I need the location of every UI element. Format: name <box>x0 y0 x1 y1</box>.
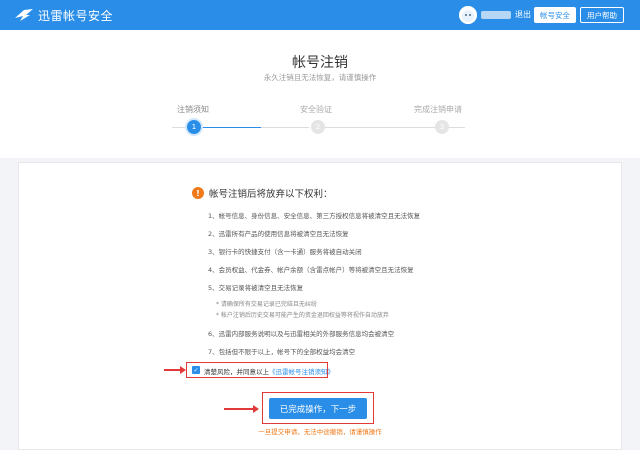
step-2-label: 安全验证 <box>300 105 332 114</box>
step-line-1-2 <box>261 127 309 128</box>
step-line-progress <box>201 127 261 128</box>
notice-item: 6、迅雷内部服务说明以及与迅雷相关的外部服务信息均会被清空 <box>208 330 395 338</box>
notice-item: 3、银行卡的快捷支付（含一卡通）服务将被自动关闭 <box>208 248 362 256</box>
page-subtitle: 永久注销且无法恢复，请谨慎操作 <box>263 73 377 82</box>
step-3-label: 完成注销申请 <box>414 105 462 114</box>
notice-title: 帐号注销后将放弃以下权利： <box>209 189 333 200</box>
step-line-lead <box>172 127 186 128</box>
logo-text: 迅雷帐号安全 <box>38 8 114 23</box>
avatar-face-icon <box>459 6 477 24</box>
notice-item: 7、包括但不限于以上，帐号下的全部权益均会清空 <box>208 348 356 356</box>
notice-item: 1、帐号信息、身份信息、安全信息、第三方授权信息将被清空且无法恢复 <box>208 212 421 220</box>
exclamation-icon: ! <box>192 187 204 199</box>
notice-item: 2、迅雷所有产品的使用信息将被清空且无法恢复 <box>208 230 349 238</box>
step-1-label: 注销须知 <box>177 105 209 114</box>
annotation-arrow <box>224 405 259 413</box>
step-line-2-3 <box>325 127 435 128</box>
notice-note: * 帐户注销后历史交易可能产生的资金退回权益等将视作自动放弃 <box>216 312 389 319</box>
logout-link[interactable]: 退出 <box>515 9 531 20</box>
agree-checkbox[interactable]: ✓ <box>192 366 200 374</box>
steps-panel <box>0 30 640 158</box>
top-bar: 迅雷帐号安全 退出 帐号安全 用户帮助 <box>0 0 640 30</box>
next-step-button[interactable]: 已完成操作，下一步 <box>269 398 367 419</box>
avatar[interactable] <box>459 6 477 24</box>
terms-link[interactable]: 《迅雷帐号注销须知》 <box>269 368 334 376</box>
account-security-button[interactable]: 帐号安全 <box>534 7 576 23</box>
notice-note: * 请确保所有交易记录已完结且无纠纷 <box>216 301 317 308</box>
footer-warning: 一旦提交申请，无法中途撤销，请谨慎操作 <box>258 428 382 436</box>
notice-heading: ! 帐号注销后将放弃以下权利： <box>192 186 333 200</box>
step-1-circle: 1 <box>187 120 201 134</box>
page-title: 帐号注销 <box>292 55 348 71</box>
step-2-circle: 2 <box>311 120 325 134</box>
notice-item: 5、交易记录将被清空且无法恢复 <box>208 284 304 292</box>
annotation-arrow <box>164 366 186 374</box>
step-line-tail <box>449 127 465 128</box>
notice-item: 4、会员权益、代金券、帐户余额（含雷点帐户）等将被清空且无法恢复 <box>208 266 414 274</box>
user-help-button[interactable]: 用户帮助 <box>580 7 624 23</box>
step-3-circle: 3 <box>435 120 449 134</box>
thunder-bird-icon <box>15 9 33 21</box>
logo[interactable]: 迅雷帐号安全 <box>14 6 113 24</box>
username-masked <box>481 11 511 19</box>
agree-label[interactable]: 清楚风险，并同意以上《迅雷帐号注销须知》 <box>204 366 334 376</box>
agree-text: 清楚风险，并同意以上 <box>204 368 269 376</box>
